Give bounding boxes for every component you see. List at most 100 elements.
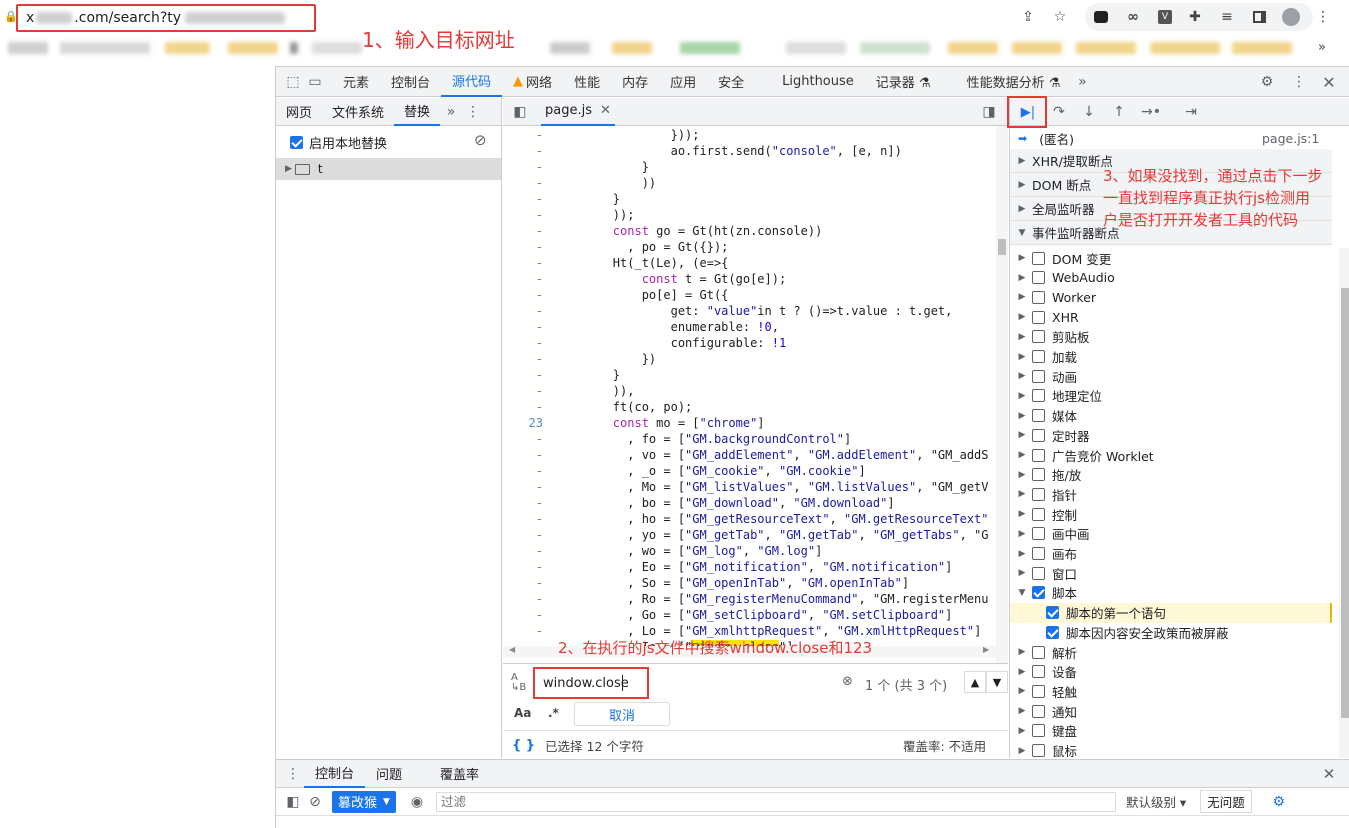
live-expression-eye-icon[interactable]: ◉ (406, 791, 428, 813)
tab-lighthouse[interactable]: Lighthouse (771, 67, 865, 97)
drawer-tab-issues[interactable]: 问题 (365, 760, 413, 788)
deactivate-breakpoints-icon[interactable]: ⇥ (1180, 101, 1202, 123)
share-icon[interactable]: ⇪ (1017, 6, 1039, 28)
device-toggle-icon[interactable]: ▭ (304, 71, 326, 93)
event-checkbox[interactable] (1032, 527, 1045, 541)
console-sidebar-icon[interactable]: ◧ (282, 791, 304, 813)
drawer-menu-icon[interactable]: ⋮ (282, 763, 304, 785)
close-tab-icon[interactable]: ✕ (600, 103, 611, 118)
line-gutter[interactable]: - (503, 607, 543, 623)
event-checkbox[interactable] (1032, 330, 1045, 344)
event-category[interactable]: ▶ XHR (1010, 307, 1332, 327)
vertical-scrollbar[interactable] (996, 126, 1008, 674)
tab-performance-insights[interactable]: 性能数据分析 ⚗ (956, 67, 1072, 97)
more-tabs-icon[interactable]: » (1071, 71, 1093, 93)
event-category[interactable]: ▶ 加载 (1010, 347, 1332, 367)
toggle-navigator-icon[interactable]: ◧ (509, 101, 531, 123)
event-checkbox[interactable] (1032, 310, 1045, 324)
event-category[interactable]: ▶ 地理定位 (1010, 386, 1332, 406)
next-match-icon[interactable]: ▼ (986, 671, 1008, 693)
line-gutter[interactable]: - (503, 383, 543, 399)
line-gutter[interactable]: - (503, 255, 543, 271)
event-checkbox[interactable] (1032, 586, 1045, 600)
event-category[interactable]: ▶ 鼠标 (1010, 741, 1332, 761)
close-drawer-icon[interactable]: ✕ (1318, 763, 1340, 785)
pretty-print-icon[interactable]: { } (512, 738, 535, 753)
event-checkbox[interactable] (1046, 625, 1059, 639)
line-gutter[interactable]: - (503, 223, 543, 239)
event-breakpoint-item[interactable]: 脚本因内容安全政策而被屏蔽 (1010, 622, 1332, 642)
tab-security[interactable]: 安全 (707, 67, 755, 97)
line-gutter[interactable]: - (503, 159, 543, 175)
event-category[interactable]: ▶ 设备 (1010, 662, 1332, 682)
step-over-icon[interactable]: ↷ (1048, 101, 1070, 123)
more-nav-tabs-icon[interactable]: » (440, 101, 462, 123)
event-checkbox[interactable] (1032, 409, 1045, 423)
line-gutter[interactable]: - (503, 431, 543, 447)
settings-gear-icon[interactable]: ⚙ (1256, 71, 1278, 93)
clear-search-icon[interactable]: ⊗ (842, 674, 853, 689)
event-checkbox[interactable] (1032, 507, 1045, 521)
tab-elements[interactable]: 元素 (332, 67, 380, 97)
toggle-debugger-icon[interactable]: ◨ (978, 101, 1000, 123)
search-input[interactable]: window.close (543, 676, 629, 691)
extension-1-icon[interactable] (1090, 6, 1112, 28)
clear-console-icon[interactable]: ⊘ (304, 791, 326, 813)
event-category[interactable]: ▶ Worker (1010, 287, 1332, 307)
console-settings-gear-icon[interactable]: ⚙ (1268, 791, 1290, 813)
line-gutter[interactable]: - (503, 303, 543, 319)
kebab-menu-icon[interactable]: ⋮ (1288, 71, 1310, 93)
scroll-right-icon[interactable]: ▶ (983, 645, 989, 654)
line-gutter[interactable]: - (503, 143, 543, 159)
step-into-icon[interactable]: ↓ (1078, 101, 1100, 123)
event-category[interactable]: ▶ 动画 (1010, 366, 1332, 386)
event-category[interactable]: ▶ 拖/放 (1010, 465, 1332, 485)
code-view[interactable]: - })); - ao.first.send("console", [e, n])… (503, 126, 1008, 674)
event-checkbox[interactable] (1032, 487, 1045, 501)
prev-match-icon[interactable]: ▲ (964, 671, 986, 693)
line-gutter[interactable]: - (503, 207, 543, 223)
line-gutter[interactable]: - (503, 463, 543, 479)
drawer-tab-coverage[interactable]: 覆盖率 (429, 760, 490, 788)
line-gutter[interactable]: 23 (503, 415, 543, 431)
extension-2-icon[interactable]: ∞ (1122, 6, 1144, 28)
inspect-icon[interactable]: ⬚ (282, 71, 304, 93)
clear-overrides-icon[interactable]: ⊘ (474, 131, 487, 149)
line-gutter[interactable]: - (503, 287, 543, 303)
line-gutter[interactable]: - (503, 575, 543, 591)
event-checkbox[interactable] (1032, 547, 1045, 560)
line-gutter[interactable]: - (503, 271, 543, 287)
line-gutter[interactable]: - (503, 175, 543, 191)
event-checkbox[interactable] (1032, 566, 1045, 580)
tab-performance[interactable]: 性能 (563, 67, 611, 97)
event-checkbox[interactable] (1032, 251, 1045, 265)
event-checkbox[interactable] (1032, 704, 1045, 718)
line-gutter[interactable]: - (503, 191, 543, 207)
event-checkbox[interactable] (1032, 468, 1045, 482)
line-gutter[interactable]: - (503, 319, 543, 335)
event-checkbox[interactable] (1032, 290, 1045, 304)
nav-tab-filesystem[interactable]: 文件系统 (322, 98, 394, 126)
line-gutter[interactable]: - (503, 351, 543, 367)
nav-tab-page[interactable]: 网页 (276, 98, 322, 126)
event-category[interactable]: ▶ 键盘 (1010, 721, 1332, 741)
line-gutter[interactable]: - (503, 127, 543, 143)
event-category[interactable]: ▶ 控制 (1010, 504, 1332, 524)
tab-application[interactable]: 应用 (659, 67, 707, 97)
event-category[interactable]: ▼ 脚本 (1010, 583, 1332, 603)
event-category[interactable]: ▶ 定时器 (1010, 425, 1332, 445)
sidebar-scrollbar[interactable] (1339, 248, 1349, 758)
nav-menu-icon[interactable]: ⋮ (462, 101, 484, 123)
replace-toggle-icon[interactable]: A ↳B (511, 673, 526, 693)
console-filter-input[interactable] (435, 791, 1116, 812)
event-category[interactable]: ▶ 解析 (1010, 642, 1332, 662)
url-input[interactable]: x .com/search?ty (16, 4, 316, 32)
profile-icon[interactable] (1280, 6, 1302, 28)
event-checkbox[interactable] (1032, 389, 1045, 403)
line-gutter[interactable]: - (503, 495, 543, 511)
line-gutter[interactable]: - (503, 447, 543, 463)
overrides-folder-row[interactable]: ▶ t (276, 158, 501, 180)
event-checkbox[interactable] (1046, 606, 1059, 620)
line-gutter[interactable]: - (503, 399, 543, 415)
scroll-left-icon[interactable]: ◀ (509, 645, 515, 654)
